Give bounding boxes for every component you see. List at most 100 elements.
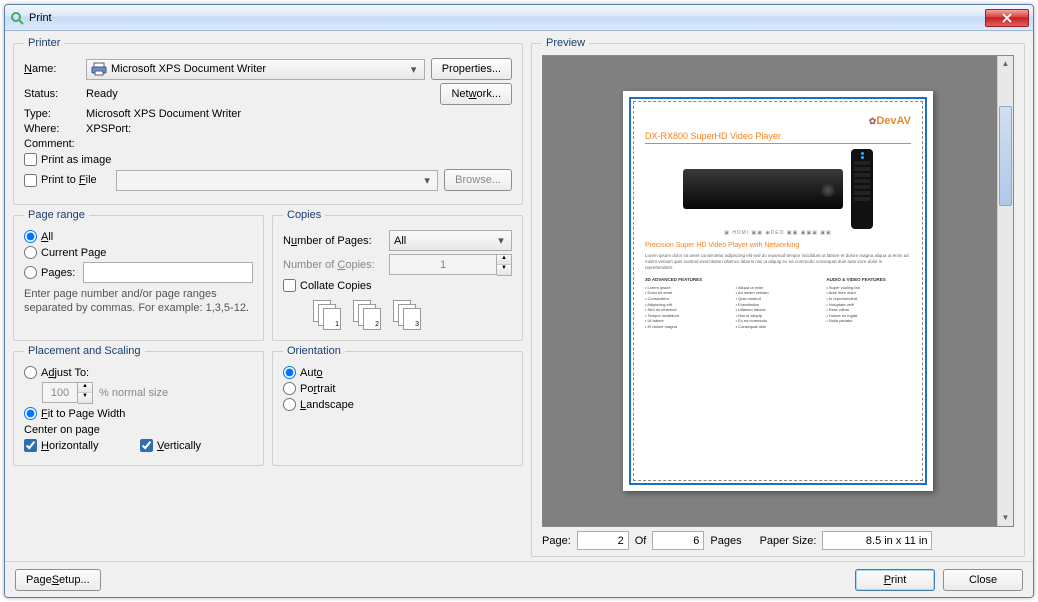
type-value: Microsoft XPS Document Writer — [86, 108, 241, 120]
num-pages-combo[interactable]: All▾ — [389, 230, 512, 251]
center-horiz-checkbox[interactable] — [24, 439, 37, 452]
center-horiz-label: Horizontally — [41, 440, 98, 452]
preview-viewport[interactable]: ✿DevAV DX-RX800 SuperHD Video Player ▣ H… — [542, 55, 1014, 527]
center-vert-label: Vertically — [157, 440, 201, 452]
print-to-file-label: Print to File — [41, 174, 97, 186]
copies-spinner[interactable]: ▲▼ — [497, 254, 512, 276]
num-copies-label: Number of Copies: — [283, 259, 383, 271]
page-number-input[interactable] — [577, 531, 629, 550]
orient-auto-radio[interactable] — [283, 366, 296, 379]
range-all-label: All — [41, 231, 53, 243]
status-label: Status: — [24, 88, 80, 100]
scroll-thumb[interactable] — [999, 106, 1012, 206]
doc-brand: ✿DevAV — [645, 115, 911, 127]
dropdown-arrow-icon: ▾ — [493, 234, 509, 247]
page-range-legend: Page range — [24, 209, 89, 221]
orientation-group: Orientation Auto Portrait Landscape — [272, 345, 523, 466]
network-button[interactable]: Network... — [440, 83, 512, 105]
page-range-group: Page range All Current Page Pages: Enter… — [13, 209, 264, 341]
collate-checkbox[interactable] — [283, 279, 296, 292]
scroll-down-icon[interactable]: ▼ — [998, 510, 1013, 526]
center-label: Center on page — [24, 424, 253, 436]
preview-legend: Preview — [542, 37, 589, 49]
spin-up-icon[interactable]: ▲ — [78, 383, 92, 393]
browse-button: Browse... — [444, 169, 512, 191]
product-image — [683, 169, 843, 209]
badges: ▣ HDMI ▣▣ ◉DEO ▣▣ ▣▣▣ ▣▣ — [645, 230, 911, 236]
spin-down-icon[interactable]: ▼ — [497, 265, 511, 275]
close-window-button[interactable] — [985, 9, 1029, 27]
of-label: Of — [635, 535, 647, 547]
preview-scrollbar[interactable]: ▲ ▼ — [997, 56, 1013, 526]
remote-image — [851, 149, 873, 229]
print-dialog: Print Printer Name: Microsoft XPS Docume… — [4, 4, 1034, 598]
print-as-image-label: Print as image — [41, 154, 111, 166]
where-label: Where: — [24, 123, 80, 135]
preview-group: Preview ✿DevAV DX-RX800 SuperHD Video Pl… — [531, 37, 1025, 557]
collate-illustration: 111 222 333 — [313, 300, 512, 330]
copies-legend: Copies — [283, 209, 325, 221]
spin-down-icon[interactable]: ▼ — [78, 393, 92, 403]
titlebar: Print — [5, 5, 1033, 31]
print-file-path-combo: ▾ — [116, 170, 438, 191]
center-vert-checkbox[interactable] — [140, 439, 153, 452]
range-all-radio[interactable] — [24, 230, 37, 243]
type-label: Type: — [24, 108, 80, 120]
fit-width-label: Fit to Page Width — [41, 408, 125, 420]
doc-subtitle: Precision Super HD Video Player with Net… — [645, 242, 911, 249]
collate-label: Collate Copies — [300, 280, 372, 292]
printer-legend: Printer — [24, 37, 64, 49]
print-button[interactable]: Print — [855, 569, 935, 591]
preview-page: ✿DevAV DX-RX800 SuperHD Video Player ▣ H… — [623, 91, 933, 491]
page-label: Page: — [542, 535, 571, 547]
name-label: Name: — [24, 63, 80, 75]
placement-group: Placement and Scaling Adjust To: ▲▼ % no… — [13, 345, 264, 466]
printer-name-combo[interactable]: Microsoft XPS Document Writer ▾ — [86, 59, 425, 80]
scroll-up-icon[interactable]: ▲ — [998, 56, 1013, 72]
printer-group: Printer Name: Microsoft XPS Document Wri… — [13, 37, 523, 205]
scale-spinner[interactable]: ▲▼ — [78, 382, 93, 404]
window-title: Print — [29, 12, 985, 24]
dropdown-arrow-icon: ▾ — [406, 63, 422, 76]
paper-size — [822, 531, 932, 550]
where-value: XPSPort: — [86, 123, 131, 135]
scale-input — [42, 382, 78, 403]
pages-suffix: Pages — [710, 535, 741, 547]
range-pages-label: Pages: — [41, 267, 75, 279]
range-current-label: Current Page — [41, 247, 106, 259]
adjust-to-radio[interactable] — [24, 366, 37, 379]
fit-width-radio[interactable] — [24, 407, 37, 420]
status-value: Ready — [86, 88, 434, 100]
pages-input[interactable] — [83, 262, 253, 283]
copies-group: Copies Number of Pages: All▾ Number of C… — [272, 209, 523, 341]
orient-portrait-radio[interactable] — [283, 382, 296, 395]
print-to-file-checkbox[interactable] — [24, 174, 37, 187]
paper-label: Paper Size: — [760, 535, 817, 547]
printer-icon — [91, 61, 107, 77]
orient-landscape-label: Landscape — [300, 399, 354, 411]
num-pages-label: Number of Pages: — [283, 235, 383, 247]
close-button[interactable]: Close — [943, 569, 1023, 591]
properties-button[interactable]: Properties... — [431, 58, 512, 80]
page-range-hint: Enter page number and/or page ranges sep… — [24, 287, 253, 316]
doc-title: DX-RX800 SuperHD Video Player — [645, 131, 911, 144]
page-total — [652, 531, 704, 550]
orient-landscape-radio[interactable] — [283, 398, 296, 411]
range-current-radio[interactable] — [24, 246, 37, 259]
orientation-legend: Orientation — [283, 345, 345, 357]
comment-label: Comment: — [24, 138, 80, 150]
dropdown-arrow-icon: ▾ — [419, 174, 435, 187]
orient-auto-label: Auto — [300, 367, 323, 379]
page-setup-button[interactable]: Page Setup... — [15, 569, 101, 591]
num-copies-input — [389, 254, 497, 275]
range-pages-radio[interactable] — [24, 266, 37, 279]
placement-legend: Placement and Scaling — [24, 345, 145, 357]
app-icon — [9, 10, 25, 26]
orient-portrait-label: Portrait — [300, 383, 335, 395]
spin-up-icon[interactable]: ▲ — [497, 255, 511, 265]
scale-suffix: % normal size — [99, 387, 168, 399]
doc-body: Lorem ipsum dolor sit amet consectetur a… — [645, 253, 911, 271]
print-as-image-checkbox[interactable] — [24, 153, 37, 166]
dialog-footer: Page Setup... Print Close — [5, 561, 1033, 597]
adjust-to-label: Adjust To: — [41, 367, 89, 379]
